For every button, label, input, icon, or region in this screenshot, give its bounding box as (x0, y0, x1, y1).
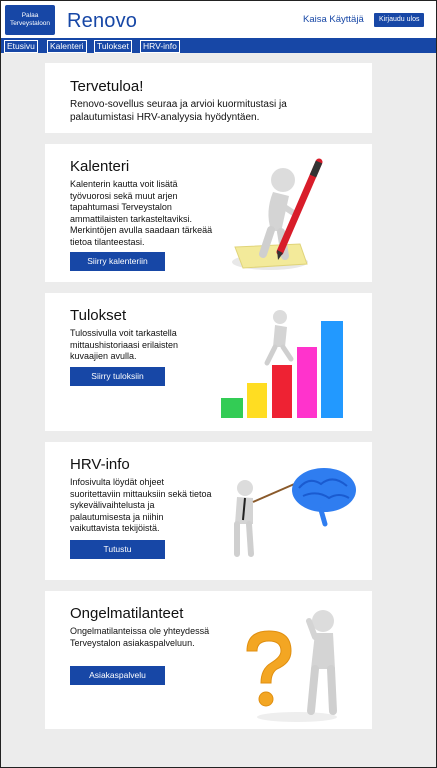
welcome-text: Renovo-sovellus seuraa ja arvioi kuormit… (70, 99, 287, 123)
hrv-info-card: HRV-info Infosivulta löydät ohjeet suori… (45, 442, 372, 580)
app-frame: Palaa Terveystaloon Renovo Kaisa Käyttäj… (0, 0, 437, 768)
go-to-results-button[interactable]: Siirry tuloksiin (70, 367, 165, 386)
tab-hrv-info[interactable]: HRV-info (140, 40, 180, 53)
home-button-line1: Palaa (21, 12, 39, 19)
customer-service-button[interactable]: Asiakaspalvelu (70, 666, 165, 685)
welcome-title: Tervetuloa! (70, 78, 144, 95)
nav-bar: Etusivu Kalenteri Tulokset HRV-info (1, 38, 436, 53)
home-button-line2: Terveystaloon (9, 20, 51, 27)
hrv-info-text: Infosivulta löydät ohjeet suoritettaviin… (70, 477, 212, 533)
top-bar: Palaa Terveystaloon Renovo Kaisa Käyttäj… (1, 1, 436, 38)
problems-text: Ongelmatilanteissa ole yhteydessä Tervey… (70, 626, 210, 648)
results-text: Tulossivulla voit tarkastella mittaushis… (70, 328, 179, 361)
calendar-card: Kalenteri Kalenterin kautta voit lisätä … (45, 144, 372, 282)
calendar-title: Kalenteri (70, 158, 130, 175)
user-name: Kaisa Käyttäjä (303, 14, 364, 25)
back-to-terveystalo-button[interactable]: Palaa Terveystaloon (5, 5, 55, 35)
tab-kalenteri[interactable]: Kalenteri (47, 40, 87, 53)
figure-pointing-brain-icon (234, 468, 356, 557)
calendar-text: Kalenterin kautta voit lisätä työvuorosi… (70, 179, 213, 247)
tab-etusivu[interactable]: Etusivu (4, 40, 38, 53)
logout-button[interactable]: Kirjaudu ulos (374, 13, 425, 27)
figure-climbing-bars-icon (221, 310, 343, 418)
welcome-card: Tervetuloa! Renovo-sovellus seuraa ja ar… (45, 63, 372, 133)
go-to-calendar-button[interactable]: Siirry kalenteriin (70, 252, 165, 271)
problems-title: Ongelmatilanteet (70, 605, 184, 622)
tab-tulokset[interactable]: Tulokset (94, 40, 132, 53)
app-title: Renovo (67, 10, 138, 32)
hrv-info-title: HRV-info (70, 456, 130, 473)
problems-card: Ongelmatilanteet Ongelmatilanteissa ole … (45, 591, 372, 729)
results-card: Tulokset Tulossivulla voit tarkastella m… (45, 293, 372, 431)
figure-question-mark-icon (246, 610, 337, 722)
explore-hrv-button[interactable]: Tutustu (70, 540, 165, 559)
figure-with-pencil-icon (232, 158, 323, 270)
results-title: Tulokset (70, 307, 127, 324)
